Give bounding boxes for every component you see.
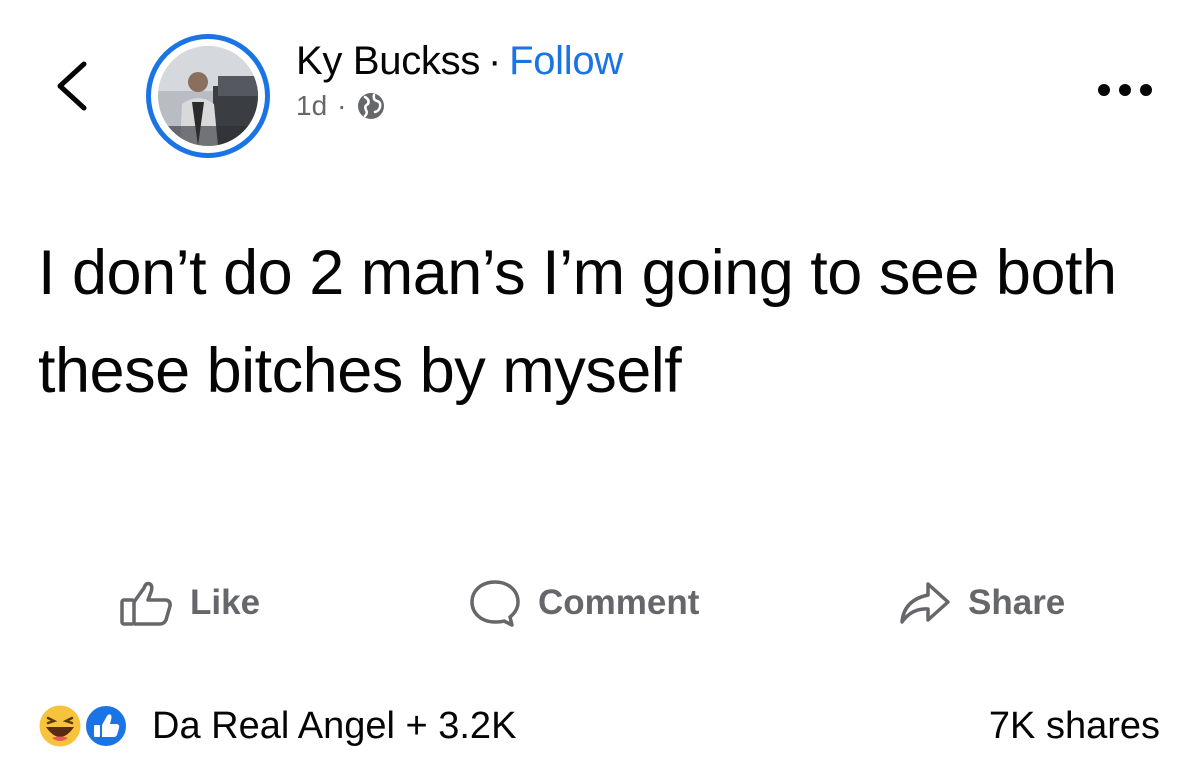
share-label: Share [968, 583, 1066, 622]
post-meta: 1d · [296, 90, 623, 122]
shares-count[interactable]: 7K shares [989, 698, 1160, 754]
action-bar: Like Comment Share [0, 570, 1199, 636]
more-options-button[interactable] [1090, 70, 1160, 110]
share-button[interactable]: Share [896, 570, 1065, 636]
chevron-left-icon [57, 61, 87, 111]
reaction-summary[interactable]: Da Real Angel + 3.2K [152, 698, 516, 754]
comment-label: Comment [538, 583, 700, 622]
like-label: Like [190, 583, 261, 622]
author-line: Ky Buckss · Follow [296, 38, 623, 84]
follow-button[interactable]: Follow [509, 39, 623, 83]
like-reaction-icon [82, 702, 130, 750]
more-dots-icon [1098, 84, 1152, 96]
post-time[interactable]: 1d [296, 90, 327, 122]
post-text: I don’t do 2 man’s I’m going to see both… [38, 238, 1117, 406]
back-button[interactable] [50, 58, 94, 114]
comment-icon [470, 580, 520, 627]
like-button[interactable]: Like [118, 570, 260, 636]
reaction-icons[interactable] [36, 702, 146, 750]
globe-icon [356, 91, 386, 121]
haha-icon [36, 702, 84, 750]
avatar[interactable] [146, 34, 270, 158]
author-name[interactable]: Ky Buckss [296, 39, 480, 83]
name-separator: · [488, 39, 502, 83]
reactions-row: Da Real Angel + 3.2K 7K shares [30, 698, 1170, 754]
thumbs-up-icon [120, 581, 172, 626]
meta-separator: · [337, 90, 347, 121]
share-arrow-icon [900, 582, 950, 624]
comment-button[interactable]: Comment [466, 570, 699, 636]
post-header: Ky Buckss · Follow 1d · [296, 38, 623, 122]
avatar-photo [158, 46, 258, 146]
